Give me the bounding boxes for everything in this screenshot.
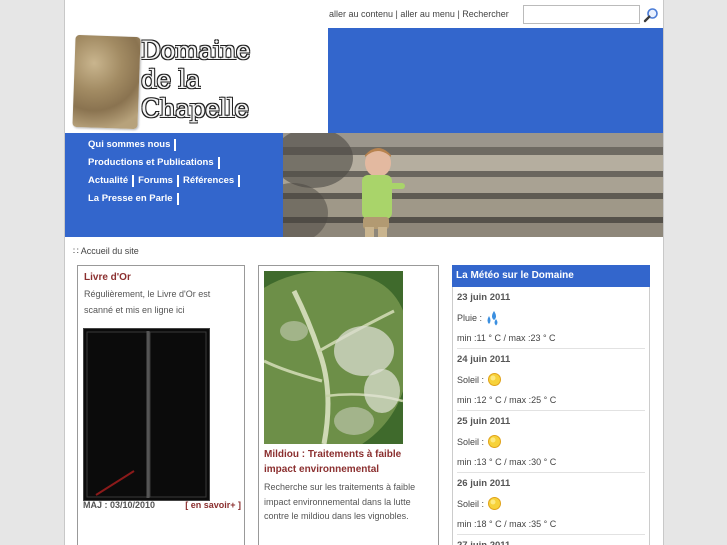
search-label: Rechercher (462, 9, 509, 19)
forecast-date: 24 juin 2011 (457, 354, 511, 365)
meteo-forecast-list: 23 juin 2011 Pluie : min :11 ° C / max :… (452, 287, 650, 545)
meteo-title: La Météo sur le Domaine (452, 265, 650, 287)
site-logo[interactable]: Domaine de la Chapelle (65, 28, 328, 133)
livre-dor-text: Régulièrement, le Livre d'Or est scanné … (84, 289, 211, 315)
nav-item-actualite[interactable]: Actualité (88, 175, 135, 187)
livre-dor-footer: MAJ : 03/10/2010 [ en savoir+ ] (83, 500, 241, 510)
forecast-date: 27 juin 2011 (457, 535, 645, 545)
forecast-condition: Soleil : (457, 431, 645, 452)
forecast-condition-label: Pluie : (457, 312, 483, 323)
rain-icon (487, 310, 498, 325)
forecast-temperature: min :12 ° C / max :25 ° C (457, 390, 645, 411)
top-bar: aller au contenu | aller au menu | Reche… (328, 0, 663, 28)
forecast-day: 26 juin 2011 Soleil : min :18 ° C / max … (457, 473, 645, 535)
forecast-condition-label: Soleil : (457, 436, 485, 447)
breadcrumb: ∷ Accueil du site (73, 246, 139, 257)
search-button[interactable] (641, 5, 661, 24)
nav-item-presse[interactable]: La Presse en Parle (88, 193, 179, 205)
forecast-day: 25 juin 2011 Soleil : min :13 ° C / max … (457, 411, 645, 473)
livre-dor-title[interactable]: Livre d'Or (84, 272, 238, 283)
forecast-day: 23 juin 2011 Pluie : min :11 ° C / max :… (457, 287, 645, 349)
forecast-temperature: min :11 ° C / max :23 ° C (457, 328, 645, 349)
forecast-temperature: min :13 ° C / max :30 ° C (457, 452, 645, 473)
top-links: aller au contenu | aller au menu | Reche… (329, 9, 509, 19)
nav-item-qui-sommes-nous[interactable]: Qui sommes nous (88, 139, 177, 151)
stone-logo-image (72, 34, 141, 130)
sun-icon (488, 435, 502, 448)
breadcrumb-home-link[interactable]: Accueil du site (81, 246, 139, 256)
nav-item-references[interactable]: Références (183, 175, 241, 187)
vine-leaf-photo[interactable] (264, 271, 403, 444)
sun-icon (488, 497, 502, 510)
nav-item-forums[interactable]: Forums (138, 175, 179, 187)
livre-dor-scan-image[interactable] (83, 328, 210, 501)
forecast-condition: Soleil : (457, 369, 645, 390)
forecast-day: 24 juin 2011 Soleil : min :12 ° C / max … (457, 349, 645, 411)
livre-dor-card: Livre d'Or Régulièrement, le Livre d'Or … (77, 265, 245, 545)
main-nav: Qui sommes nous Productions et Publicati… (65, 133, 283, 237)
breadcrumb-bullet-icon: ∷ (73, 246, 81, 256)
magnifier-icon (643, 7, 658, 22)
site-title: Domaine de la Chapelle (141, 36, 251, 123)
nav-item-productions[interactable]: Productions et Publications (88, 157, 220, 169)
article-text: Recherche sur les traitements à faible i… (264, 482, 416, 521)
skip-to-content-link[interactable]: aller au contenu (329, 9, 393, 19)
forecast-date: 25 juin 2011 (457, 416, 511, 427)
child-on-steps-photo (283, 133, 663, 237)
article-card: Mildiou : Traitements à faible impact en… (258, 265, 439, 545)
skip-to-menu-link[interactable]: aller au menu (400, 9, 455, 19)
search-input[interactable] (523, 5, 640, 24)
livre-dor-date: MAJ : 03/10/2010 (83, 500, 156, 510)
forecast-condition-label: Soleil : (457, 374, 485, 385)
page: aller au contenu | aller au menu | Reche… (64, 0, 664, 545)
forecast-condition: Pluie : (457, 307, 645, 328)
forecast-condition-label: Soleil : (457, 498, 485, 509)
article-title[interactable]: Mildiou : Traitements à faible impact en… (264, 447, 433, 477)
header-banner (328, 28, 663, 133)
sun-icon (488, 373, 502, 386)
livre-dor-more-link[interactable]: [ en savoir+ ] (185, 500, 241, 510)
forecast-condition: Soleil : (457, 493, 645, 514)
forecast-date: 23 juin 2011 (457, 292, 511, 303)
forecast-day: 27 juin 2011 (457, 535, 645, 545)
meteo-widget: La Météo sur le Domaine 23 juin 2011 Plu… (452, 265, 650, 545)
forecast-date: 26 juin 2011 (457, 478, 511, 489)
forecast-temperature: min :18 ° C / max :35 ° C (457, 514, 645, 535)
